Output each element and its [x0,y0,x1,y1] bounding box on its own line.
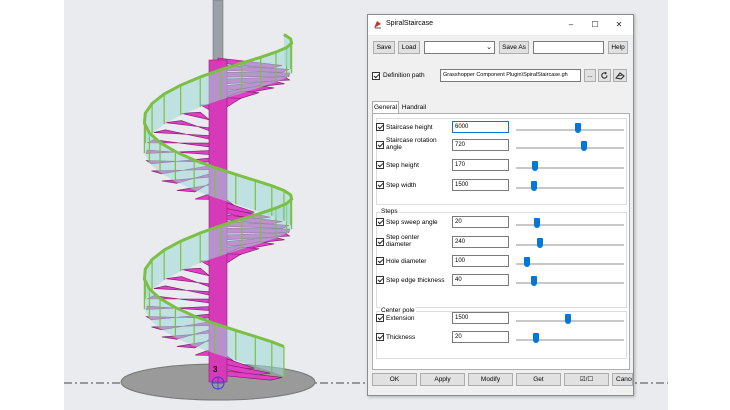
slider-track [516,129,624,131]
step-height-input[interactable]: 170 [452,159,509,171]
center-pole-thickness-checkbox[interactable] [376,333,384,341]
slider-track [516,339,624,341]
step-width-label: Step width [386,182,417,189]
step-width-input[interactable]: 1500 [452,179,509,191]
center-pole-extension-input[interactable]: 1500 [452,312,509,324]
step-height-slider[interactable] [516,160,624,172]
refresh-icon [601,71,608,79]
slider-track [516,244,624,246]
slider-track [516,224,624,226]
slider-thumb[interactable] [533,333,540,343]
step-width-slider[interactable] [516,180,624,192]
center-pole-extension-slider[interactable] [516,313,624,325]
slider-thumb[interactable] [575,123,582,133]
slider-thumb[interactable] [532,161,539,171]
center-pole-extension-label: Extension [386,315,415,322]
slider-track [516,147,624,149]
step-edge-thickness-checkbox[interactable] [376,276,384,284]
app-icon [374,21,381,29]
get-button[interactable]: Get [516,373,561,386]
browse-button[interactable]: ... [584,69,596,82]
definition-path-label: Definition path [383,72,425,79]
marker-label: 3 [213,365,218,374]
slider-thumb[interactable] [531,276,538,286]
definition-path-input[interactable]: Grasshopper Component Plugin\SpiralStair… [440,69,581,82]
hole-diameter-slider[interactable] [516,256,624,268]
slider-thumb[interactable] [534,218,541,228]
staircase-height-checkbox[interactable] [376,123,384,131]
step-edge-thickness-slider[interactable] [516,275,624,287]
step-height-label: Step height [386,162,419,169]
apply-button[interactable]: Apply [420,373,465,386]
cancel-button[interactable]: Cancel [612,373,633,386]
slider-thumb[interactable] [564,314,571,324]
slider-track [516,263,624,265]
save-as-button[interactable]: Save As [499,41,529,54]
help-button[interactable]: Help [608,41,628,54]
modify-button[interactable]: Modify [468,373,513,386]
step-center-diameter-input[interactable]: 240 [452,236,509,248]
staircase-height-slider[interactable] [516,122,624,134]
hole-diameter-input[interactable]: 100 [452,255,509,267]
center-pole-thickness-slider[interactable] [516,332,624,344]
load-button[interactable]: Load [398,41,420,54]
staircase-rotation-angle-label: Staircase rotation angle [386,137,437,151]
steps-group-title: Steps [380,208,399,215]
staircase-rotation-angle-slider[interactable] [516,140,624,152]
step-center-diameter-label: Step center diameter [386,234,420,248]
title-bar: SpiralStaircase – ☐ ✕ [368,15,633,35]
dialog-title: SpiralStaircase [386,20,434,27]
spiral-staircase-dialog: SpiralStaircase – ☐ ✕ Save Load ⌄ Save A… [367,14,634,396]
open-grasshopper-button[interactable] [613,69,627,82]
grasshopper-icon [615,72,625,80]
ok-button[interactable]: OK [372,373,417,386]
step-edge-thickness-label: Step edge thickness [386,277,445,284]
stair-step [153,285,219,298]
definition-path-checkbox[interactable] [372,72,380,80]
staircase-rotation-angle-input[interactable]: 720 [452,139,509,151]
maximize-button[interactable]: ☐ [588,18,602,32]
step-sweep-angle-label: Step sweep angle [386,219,438,226]
hole-diameter-label: Hole diameter [386,258,427,265]
toggle-checkboxes-button[interactable]: ☑/☐ [564,373,609,386]
save-as-name-input[interactable] [533,41,604,54]
step-sweep-angle-checkbox[interactable] [376,218,384,226]
pole-extension [212,0,224,61]
reload-button[interactable] [598,69,611,82]
save-button[interactable]: Save [373,41,395,54]
center-pole-extension-checkbox[interactable] [376,314,384,322]
center-pole-group-title: Center pole [380,307,416,314]
slider-thumb[interactable] [537,238,544,248]
center-pole-thickness-input[interactable]: 20 [452,331,509,343]
stair-step [153,129,219,142]
hole-diameter-checkbox[interactable] [376,257,384,265]
slider-thumb[interactable] [531,181,538,191]
step-sweep-angle-input[interactable]: 20 [452,216,509,228]
step-width-checkbox[interactable] [376,181,384,189]
step-sweep-angle-slider[interactable] [516,217,624,229]
step-edge-thickness-input[interactable]: 40 [452,274,509,286]
center-pole-thickness-label: Thickness [386,334,416,341]
slider-thumb[interactable] [524,257,531,267]
staircase-height-input[interactable]: 6000 [452,121,509,133]
minimize-button[interactable]: – [564,18,578,32]
step-height-checkbox[interactable] [376,161,384,169]
chevron-down-icon: ⌄ [486,44,492,51]
close-button[interactable]: ✕ [612,18,626,32]
step-center-diameter-slider[interactable] [516,237,624,249]
staircase-height-label: Staircase height [386,124,433,131]
slider-thumb[interactable] [581,141,588,151]
preset-combobox[interactable]: ⌄ [424,41,495,54]
step-center-diameter-checkbox[interactable] [376,238,384,246]
tab-handrail[interactable]: Handrail [399,102,429,113]
staircase-rotation-angle-checkbox[interactable] [376,141,384,149]
